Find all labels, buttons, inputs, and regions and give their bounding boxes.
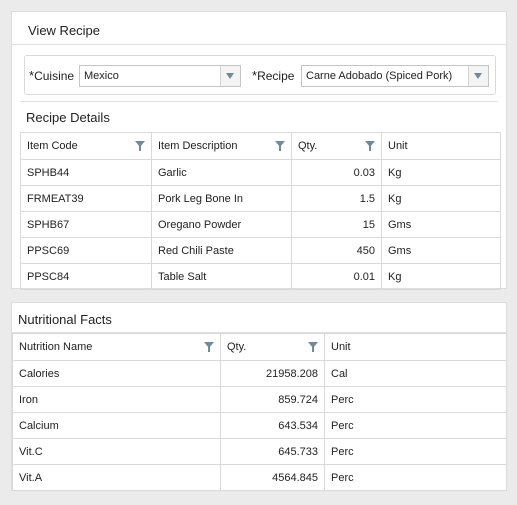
view-recipe-panel: View Recipe *Cuisine Mexico *Recipe Carn… — [11, 11, 507, 290]
qty-cell: 643.534 — [220, 412, 325, 439]
column-header-qty[interactable]: Qty. — [220, 333, 325, 361]
item-code-cell: SPHB67 — [20, 211, 152, 238]
item-description-cell: Garlic — [151, 159, 292, 186]
filter-icon[interactable] — [204, 342, 214, 352]
table-row[interactable]: Iron 859.724 Perc — [12, 386, 507, 413]
qty-cell: 859.724 — [220, 386, 325, 413]
nutrition-table: Nutrition Name Qty. Unit Calories 21958.… — [12, 333, 507, 491]
filter-icon[interactable] — [365, 141, 375, 151]
recipe-label: *Recipe — [252, 68, 295, 83]
recipe-details-title: Recipe Details — [26, 110, 110, 125]
qty-cell: 450 — [291, 237, 382, 264]
nutrition-name-cell: Vit.C — [12, 438, 221, 465]
recipe-select-value: Carne Adobado (Spiced Pork) — [306, 70, 453, 82]
table-row[interactable]: Calories 21958.208 Cal — [12, 360, 507, 387]
table-row[interactable]: PPSC69 Red Chili Paste 450 Gms — [20, 237, 501, 264]
chevron-down-icon — [226, 73, 234, 79]
qty-cell: 15 — [291, 211, 382, 238]
unit-cell: Kg — [381, 185, 501, 212]
item-code-cell: SPHB44 — [20, 159, 152, 186]
unit-cell: Gms — [381, 237, 501, 264]
unit-cell: Perc — [324, 412, 507, 439]
unit-cell: Gms — [381, 211, 501, 238]
table-header-row: Item Code Item Description Qty. Unit — [20, 132, 501, 160]
qty-cell: 1.5 — [291, 185, 382, 212]
item-description-cell: Table Salt — [151, 263, 292, 290]
table-row[interactable]: Vit.A 4564.845 Perc — [12, 464, 507, 491]
nutrition-name-cell: Calcium — [12, 412, 221, 439]
nutritional-facts-panel: Nutritional Facts Nutrition Name Qty. Un… — [11, 302, 507, 491]
qty-cell: 645.733 — [220, 438, 325, 465]
cuisine-select[interactable]: Mexico — [79, 65, 241, 87]
table-row[interactable]: SPHB67 Oregano Powder 15 Gms — [20, 211, 501, 238]
filter-icon[interactable] — [275, 141, 285, 151]
table-row[interactable]: PPSC84 Table Salt 0.01 Kg — [20, 263, 501, 290]
nutrition-name-cell: Calories — [12, 360, 221, 387]
nutrition-name-cell: Vit.A — [12, 464, 221, 491]
column-header-item-description[interactable]: Item Description — [151, 132, 292, 160]
chevron-down-icon — [474, 73, 482, 79]
unit-cell: Perc — [324, 438, 507, 465]
unit-cell: Kg — [381, 159, 501, 186]
unit-cell: Cal — [324, 360, 507, 387]
divider — [20, 101, 498, 102]
item-description-cell: Pork Leg Bone In — [151, 185, 292, 212]
item-description-cell: Oregano Powder — [151, 211, 292, 238]
filter-icon[interactable] — [308, 342, 318, 352]
cuisine-label: *Cuisine — [29, 68, 75, 83]
qty-cell: 21958.208 — [220, 360, 325, 387]
item-code-cell: FRMEAT39 — [20, 185, 152, 212]
cuisine-select-value: Mexico — [84, 70, 119, 82]
column-header-unit[interactable]: Unit — [324, 333, 507, 361]
nutritional-facts-header: Nutritional Facts — [12, 303, 506, 333]
column-header-nutrition-name[interactable]: Nutrition Name — [12, 333, 221, 361]
column-header-item-code[interactable]: Item Code — [20, 132, 152, 160]
cuisine-dropdown-button[interactable] — [220, 66, 240, 86]
unit-cell: Perc — [324, 386, 507, 413]
filter-icon[interactable] — [135, 141, 145, 151]
qty-cell: 0.03 — [291, 159, 382, 186]
item-code-cell: PPSC84 — [20, 263, 152, 290]
view-recipe-header: View Recipe — [12, 12, 506, 45]
table-row[interactable]: SPHB44 Garlic 0.03 Kg — [20, 159, 501, 186]
nutrition-name-cell: Iron — [12, 386, 221, 413]
table-row[interactable]: Vit.C 645.733 Perc — [12, 438, 507, 465]
unit-cell: Kg — [381, 263, 501, 290]
table-row[interactable]: Calcium 643.534 Perc — [12, 412, 507, 439]
recipe-filter-box: *Cuisine Mexico *Recipe Carne Adobado (S… — [24, 55, 496, 95]
column-header-qty[interactable]: Qty. — [291, 132, 382, 160]
qty-cell: 0.01 — [291, 263, 382, 290]
table-header-row: Nutrition Name Qty. Unit — [12, 333, 507, 361]
item-description-cell: Red Chili Paste — [151, 237, 292, 264]
nutritional-facts-title: Nutritional Facts — [18, 312, 112, 327]
item-code-cell: PPSC69 — [20, 237, 152, 264]
column-header-unit[interactable]: Unit — [381, 132, 501, 160]
unit-cell: Perc — [324, 464, 507, 491]
recipe-select[interactable]: Carne Adobado (Spiced Pork) — [301, 65, 489, 87]
recipe-details-table: Item Code Item Description Qty. Unit SPH… — [20, 132, 501, 290]
view-recipe-title: View Recipe — [28, 23, 101, 38]
qty-cell: 4564.845 — [220, 464, 325, 491]
recipe-dropdown-button[interactable] — [468, 66, 488, 86]
table-row[interactable]: FRMEAT39 Pork Leg Bone In 1.5 Kg — [20, 185, 501, 212]
